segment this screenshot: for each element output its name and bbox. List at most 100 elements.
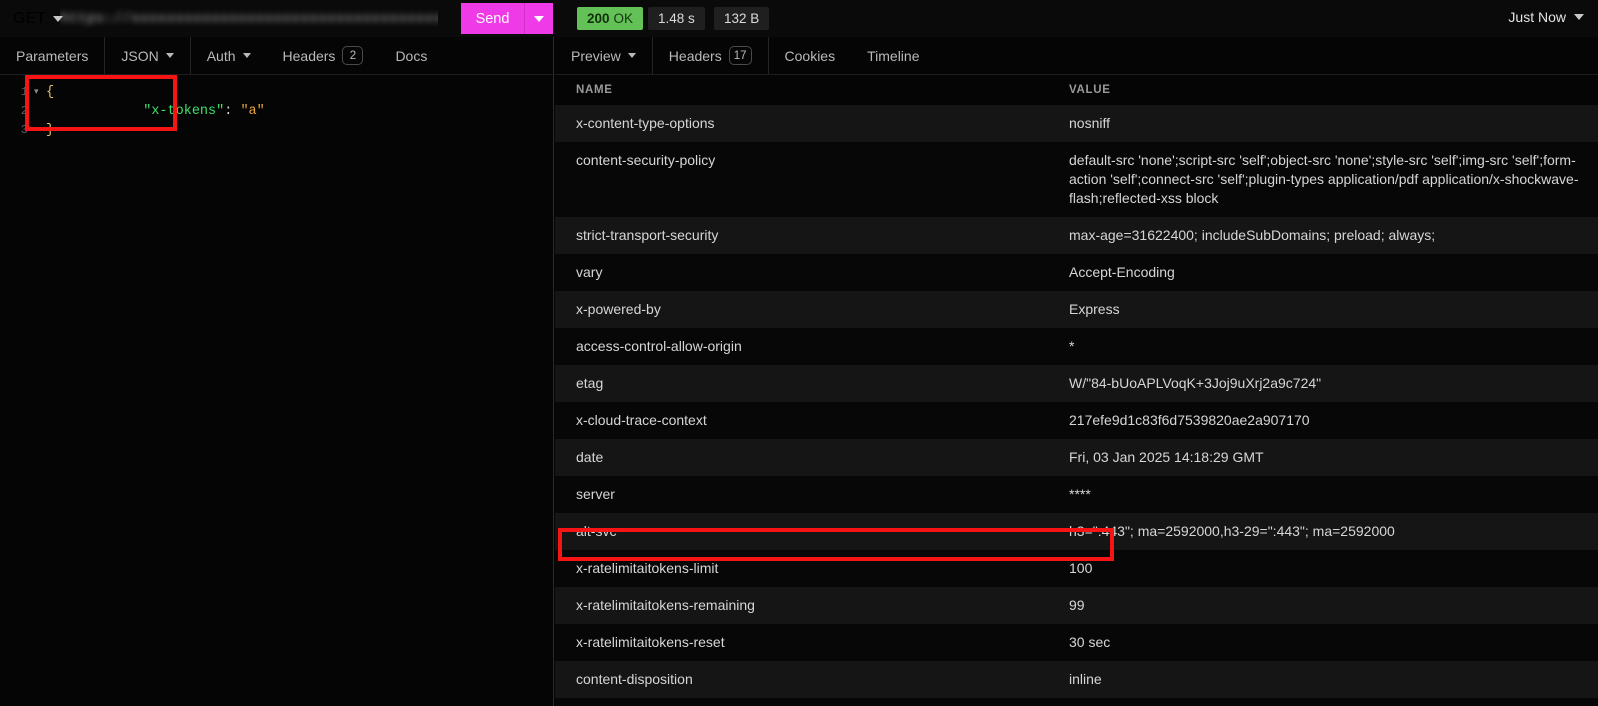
tab-label: Timeline [867,48,919,64]
header-name-cell: access-control-allow-origin [576,337,1069,356]
tab-label: Parameters [16,48,88,64]
tab-label: Headers [669,48,722,64]
status-code: 200 [587,11,610,26]
tab-json[interactable]: JSON [105,37,190,74]
response-size-badge: 132 B [714,7,769,30]
header-value-cell: **** [1069,485,1584,504]
tab-timeline[interactable]: Timeline [851,37,935,74]
tab-label: Auth [207,48,236,64]
header-value-cell: max-age=31622400; includeSubDomains; pre… [1069,226,1584,245]
tab-label: Headers [283,48,336,64]
tab-label: Docs [395,48,427,64]
request-toolbar: GET https://xxxxxxxxxxxxxxxxxxxxxxxxxxxx… [0,0,1598,37]
tab-preview[interactable]: Preview [555,37,653,74]
tab-cookies[interactable]: Cookies [769,37,852,74]
tab-docs[interactable]: Docs [379,37,443,74]
table-row[interactable]: alt-svch3=":443"; ma=2592000,h3-29=":443… [555,513,1598,550]
json-token-colon: : [224,104,240,119]
response-tabstrip: Preview Headers 17 Cookies Timeline [555,37,1598,75]
tab-response-headers[interactable]: Headers 17 [653,37,769,74]
header-value-cell: Accept-Encoding [1069,263,1584,282]
chevron-down-icon [628,53,636,58]
status-badge: 200 OK [577,7,643,30]
line-number: 3 [0,121,34,140]
method-label: GET [13,10,46,28]
send-button[interactable]: Send [461,3,553,34]
table-row[interactable]: varyAccept-Encoding [555,254,1598,291]
tab-auth[interactable]: Auth [191,37,267,74]
method-selector[interactable]: GET [0,0,63,37]
table-row[interactable]: x-content-type-optionsnosniff [555,105,1598,142]
chevron-down-icon [1574,14,1584,20]
headers-table-body: x-content-type-optionsnosniffcontent-sec… [555,105,1598,706]
table-row[interactable]: x-ratelimitaitokens-limit100 [555,550,1598,587]
header-value-cell: default-src 'none';script-src 'self';obj… [1069,151,1584,208]
table-row[interactable]: server**** [555,476,1598,513]
header-value-cell: * [1069,337,1584,356]
status-text: OK [614,11,634,26]
table-row[interactable]: x-powered-byExpress [555,291,1598,328]
json-token-key: "x-tokens" [143,104,224,119]
header-name-cell: x-ratelimitaitokens-limit [576,559,1069,578]
line-number: 2 [0,102,34,121]
header-value-cell: h3=":443"; ma=2592000,h3-29=":443"; ma=2… [1069,522,1584,541]
fold-arrow-icon[interactable]: ▾ [34,83,46,102]
line-number: 1 [0,83,34,102]
tab-badge-count: 2 [342,46,363,65]
tab-label: Preview [571,48,621,64]
header-value-cell: 99 [1069,596,1584,615]
history-selector[interactable]: Just Now [1508,9,1584,25]
header-name-cell: x-ratelimitaitokens-reset [576,633,1069,652]
header-name-cell: x-ratelimitaitokens-remaining [576,596,1069,615]
json-token-close-brace: } [46,121,54,140]
table-row[interactable]: x-cloud-trace-context217efe9d1c83f6d7539… [555,402,1598,439]
json-line-content: "x-tokens": "a" [46,83,265,140]
response-time-badge: 1.48 s [648,7,705,30]
tab-label: Cookies [785,48,836,64]
header-value-cell: Express [1069,300,1584,319]
request-tabstrip: Parameters JSON Auth Headers 2 Docs [0,37,553,75]
chevron-down-icon [534,16,544,22]
table-row[interactable]: content-dispositioninline [555,661,1598,698]
table-row[interactable]: content-security-policydefault-src 'none… [555,142,1598,217]
header-value-cell: Fri, 03 Jan 2025 14:18:29 GMT [1069,448,1584,467]
header-name-cell: server [576,485,1069,504]
header-name-cell: x-cloud-trace-context [576,411,1069,430]
url-input-value: https://xxxxxxxxxxxxxxxxxxxxxxxxxxxxxxxx… [60,6,438,32]
headers-table-head: NAME VALUE [555,75,1598,105]
table-row[interactable]: access-control-allow-origin* [555,328,1598,365]
url-input[interactable]: https://xxxxxxxxxxxxxxxxxxxxxxxxxxxxxxxx… [60,6,438,32]
header-name-cell: x-content-type-options [576,114,1069,133]
chevron-down-icon [166,53,174,58]
header-name-cell: content-security-policy [576,151,1069,170]
header-value-cell: 217efe9d1c83f6d7539820ae2a907170 [1069,411,1584,430]
header-name-cell: vary [576,263,1069,282]
header-name-cell: x-powered-by [576,300,1069,319]
header-value-cell: 100 [1069,559,1584,578]
tab-request-headers[interactable]: Headers 2 [267,37,380,74]
header-value-cell: 30 sec [1069,633,1584,652]
send-button-label: Send [461,11,524,27]
header-value-cell: W/"84-bUoAPLVoqK+3Joj9uXrj2a9c724" [1069,374,1584,393]
header-name-cell: content-disposition [576,670,1069,689]
response-pane: Preview Headers 17 Cookies Timeline NAME… [555,37,1598,706]
send-options-button[interactable] [524,3,553,34]
column-header-value: VALUE [1069,84,1598,96]
header-name-cell: etag [576,374,1069,393]
table-row[interactable]: strict-transport-securitymax-age=3162240… [555,217,1598,254]
headers-table: NAME VALUE x-content-type-optionsnosniff… [555,75,1598,706]
json-token-value: "a" [240,104,264,119]
table-row[interactable]: content-typeapplication/json;charset=utf… [555,698,1598,706]
json-body-editor[interactable]: 1 ▾ { 2 "x-tokens": "a" 3 } [0,75,553,140]
editor-line: 2 "x-tokens": "a" [0,102,553,121]
header-name-cell: strict-transport-security [576,226,1069,245]
table-row[interactable]: dateFri, 03 Jan 2025 14:18:29 GMT [555,439,1598,476]
history-label: Just Now [1508,9,1566,25]
request-pane: Parameters JSON Auth Headers 2 Docs 1 ▾ … [0,37,554,706]
table-row[interactable]: x-ratelimitaitokens-remaining99 [555,587,1598,624]
header-name-cell: alt-svc [576,522,1069,541]
table-row[interactable]: etagW/"84-bUoAPLVoqK+3Joj9uXrj2a9c724" [555,365,1598,402]
tab-parameters[interactable]: Parameters [0,37,105,74]
chevron-down-icon [243,53,251,58]
table-row[interactable]: x-ratelimitaitokens-reset30 sec [555,624,1598,661]
